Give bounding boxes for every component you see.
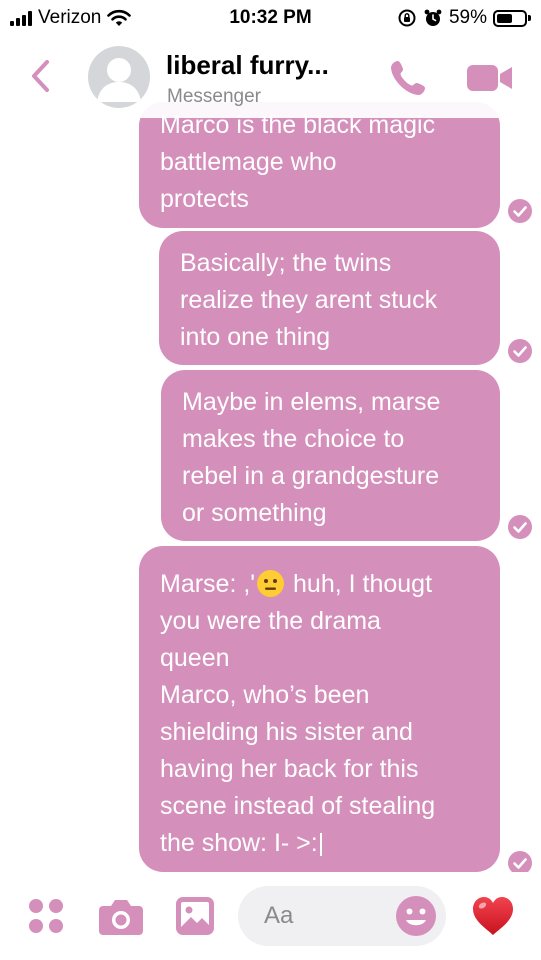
four-dots-menu-icon[interactable] [28, 898, 64, 934]
message-bubble[interactable]: Marse: ,' huh, I thougt you were the dra… [139, 546, 500, 872]
message-composer [0, 872, 541, 960]
message-text: Marse: ,' [160, 570, 256, 598]
message-line: rebel in a grandgesture [182, 462, 440, 490]
video-camera-icon[interactable] [466, 61, 514, 95]
message-line: battlemage who [160, 148, 337, 176]
message-line: having her back for this [160, 755, 419, 783]
message-bubble[interactable]: Basically; the twins realize they arent … [159, 231, 500, 365]
message-line: into one thing [180, 323, 331, 351]
wifi-icon [107, 9, 132, 26]
delivered-check-icon [508, 199, 532, 223]
messenger-screen: Marco is the black magic battlemage who … [0, 0, 541, 960]
camera-icon[interactable] [98, 898, 144, 936]
message-line: Maybe in elems, marse [182, 388, 441, 416]
message-line: realize they arent stuck [180, 286, 438, 314]
image-icon[interactable] [175, 896, 215, 936]
heart-icon[interactable] [471, 895, 515, 937]
battery-icon [493, 9, 531, 27]
delivered-check-icon [508, 515, 532, 539]
message-line: makes the choice to [182, 425, 405, 453]
message-line: Marco, who’s been [160, 681, 370, 709]
message-bubble[interactable]: Marco is the black magic battlemage who … [139, 102, 500, 228]
smiley-icon[interactable] [395, 895, 437, 937]
status-right: 59% [397, 7, 531, 29]
conversation-title[interactable]: liberal furry... [166, 50, 329, 81]
message-line: or something [182, 499, 327, 527]
message-line: you were the drama [160, 607, 381, 635]
status-bar: Verizon 10:32 PM 59% [0, 0, 541, 36]
message-line: Marse: ,' huh, I thougt [160, 566, 480, 603]
neutral-face-emoji [257, 570, 285, 597]
message-text: huh, I thougt [293, 570, 433, 598]
conversation-header: liberal furry... Messenger [0, 36, 541, 118]
conversation-subtitle: Messenger [167, 86, 261, 107]
message-bubble[interactable]: Maybe in elems, marse makes the choice t… [161, 370, 500, 541]
battery-percent: 59% [448, 7, 487, 28]
orientation-lock-icon [398, 9, 416, 27]
alarm-icon [424, 9, 442, 26]
status-left: Verizon [10, 7, 132, 29]
carrier-name: Verizon [38, 7, 102, 28]
cellular-signal-icon [10, 10, 32, 26]
avatar[interactable] [88, 46, 150, 108]
message-line: queen [160, 644, 230, 672]
message-line: protects [160, 185, 249, 213]
chevron-left-icon[interactable] [26, 56, 56, 96]
phone-icon[interactable] [388, 58, 428, 98]
message-line: Basically; the twins [180, 249, 392, 277]
message-line: the show: I- >:| [160, 829, 325, 857]
message-line: scene instead of stealing [160, 792, 436, 820]
delivered-check-icon [508, 339, 532, 363]
battery-fill [497, 13, 513, 23]
message-thread[interactable]: Marco is the black magic battlemage who … [0, 0, 541, 960]
message-line: shielding his sister and [160, 718, 413, 746]
